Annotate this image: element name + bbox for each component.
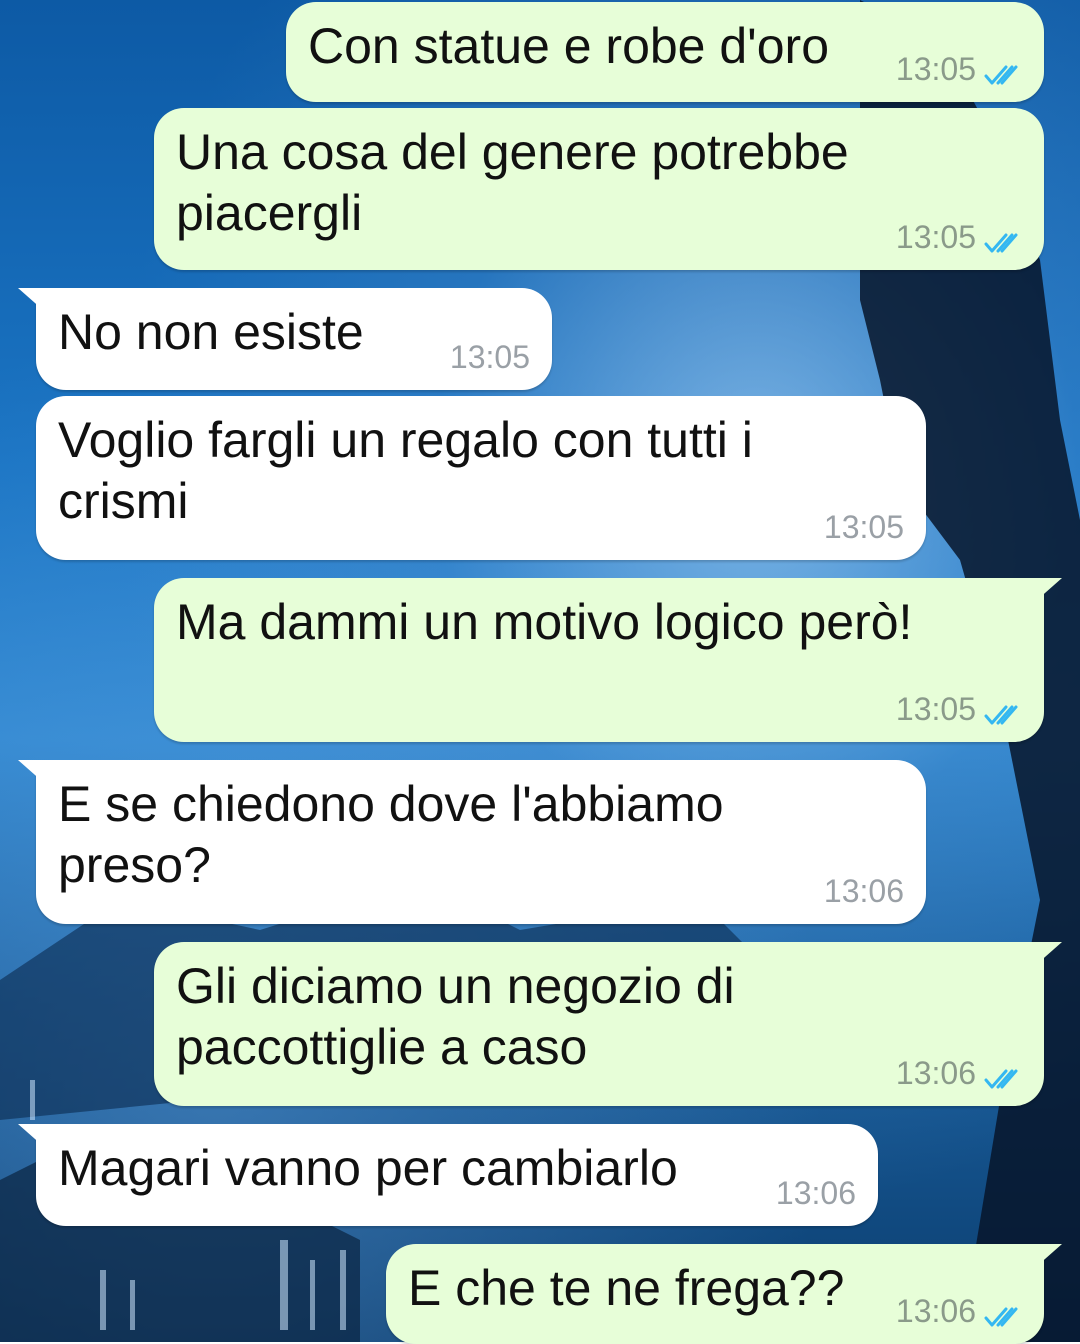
message-text: Gli diciamo un negozio di paccottiglie a…: [176, 958, 735, 1075]
bubble-tail: [1028, 1244, 1062, 1274]
outgoing-message-bubble[interactable]: Con statue e robe d'oro 13:05: [286, 2, 1044, 102]
message-text: E che te ne frega??: [408, 1260, 845, 1316]
message-time: 13:05: [823, 509, 904, 545]
message-time: 13:06: [895, 1055, 976, 1091]
message-text: Con statue e robe d'oro: [308, 18, 829, 74]
message-text: Ma dammi un motivo logico però!: [176, 594, 913, 650]
double-check-icon: [984, 226, 1024, 252]
message-time: 13:05: [449, 339, 530, 375]
double-check-icon: [984, 1300, 1024, 1326]
message-meta: 13:06: [896, 1293, 1024, 1330]
incoming-message-bubble[interactable]: Magari vanno per cambiarlo 13:06: [18, 1124, 878, 1226]
message-meta: 13:05: [824, 509, 904, 546]
message-meta: 13:05: [896, 691, 1024, 728]
double-check-icon: [984, 1062, 1024, 1088]
bubble-tail: [18, 1124, 52, 1154]
message-meta: 13:06: [776, 1175, 856, 1212]
outgoing-message-bubble[interactable]: Ma dammi un motivo logico però! 13:05: [154, 578, 1062, 742]
message-time: 13:06: [775, 1175, 856, 1211]
bubble-tail: [1028, 578, 1062, 608]
message-meta: 13:05: [450, 339, 530, 376]
message-time: 13:06: [895, 1293, 976, 1329]
message-text: Una cosa del genere potrebbe piacergli: [176, 124, 849, 241]
outgoing-message-bubble[interactable]: E che te ne frega?? 13:06: [386, 1244, 1062, 1344]
incoming-message-bubble[interactable]: No non esiste 13:05: [18, 288, 552, 390]
bubble-tail: [1028, 942, 1062, 972]
outgoing-message-bubble[interactable]: Una cosa del genere potrebbe piacergli 13…: [154, 108, 1044, 270]
bubble-tail: [18, 760, 52, 790]
message-time: 13:05: [895, 691, 976, 727]
message-text: Voglio fargli un regalo con tutti i cris…: [58, 412, 753, 529]
message-meta: 13:05: [896, 219, 1024, 256]
message-meta: 13:06: [896, 1055, 1024, 1092]
message-time: 13:06: [823, 873, 904, 909]
message-text: Magari vanno per cambiarlo: [58, 1140, 678, 1196]
message-text: No non esiste: [58, 304, 364, 360]
message-text: E se chiedono dove l'abbiamo preso?: [58, 776, 724, 893]
outgoing-message-bubble[interactable]: Gli diciamo un negozio di paccottiglie a…: [154, 942, 1062, 1106]
bubble-tail: [18, 288, 52, 318]
double-check-icon: [984, 698, 1024, 724]
double-check-icon: [984, 58, 1024, 84]
incoming-message-bubble[interactable]: E se chiedono dove l'abbiamo preso? 13:06: [18, 760, 926, 924]
message-time: 13:05: [895, 51, 976, 87]
message-meta: 13:05: [896, 51, 1024, 88]
incoming-message-bubble[interactable]: Voglio fargli un regalo con tutti i cris…: [36, 396, 926, 560]
message-meta: 13:06: [824, 873, 904, 910]
message-time: 13:05: [895, 219, 976, 255]
